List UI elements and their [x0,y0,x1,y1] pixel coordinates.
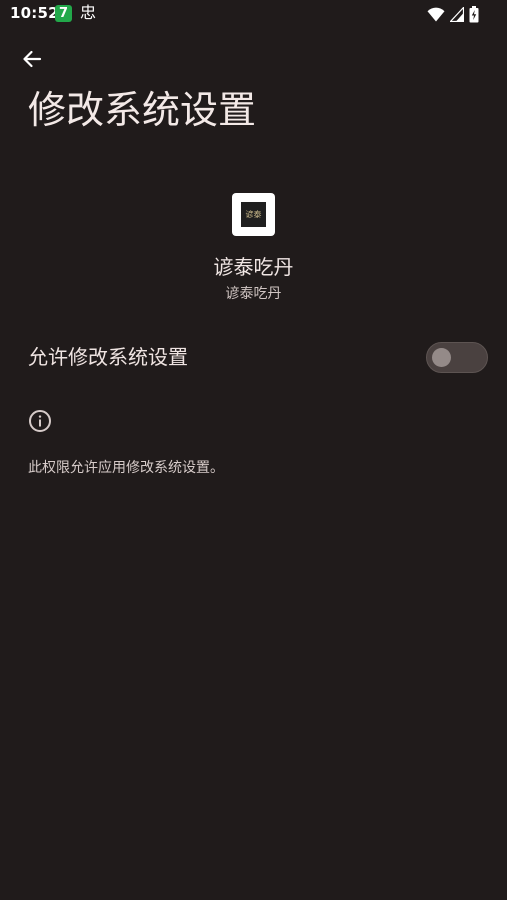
app-icon-logo: 谚泰 [245,210,262,219]
arrow-back-icon [23,50,42,68]
app-package-name: 谚泰吃丹 [225,286,282,302]
info-icon [29,410,51,432]
notification-app-icon-2: 忠 [80,3,97,22]
app-icon: 谚泰 [232,193,275,236]
wifi-icon [427,7,445,21]
permission-description: 此权限允许应用修改系统设置。 [28,460,224,476]
setting-label: 允许修改系统设置 [28,345,188,369]
page-title: 修改系统设置 [28,88,257,132]
notification-app-icon: 7 [55,5,72,22]
status-bar: 10:52 7 忠 [0,0,507,28]
battery-icon [469,5,479,22]
allow-modify-settings-toggle[interactable] [426,342,488,373]
signal-icon [450,6,464,22]
status-time: 10:52 [10,4,59,22]
allow-modify-settings-row[interactable]: 允许修改系统设置 [0,330,507,386]
app-icon-inner: 谚泰 [241,202,266,227]
back-button[interactable] [14,42,50,76]
status-icons [427,5,479,23]
app-name: 谚泰吃丹 [213,255,294,279]
toggle-thumb [432,348,451,367]
